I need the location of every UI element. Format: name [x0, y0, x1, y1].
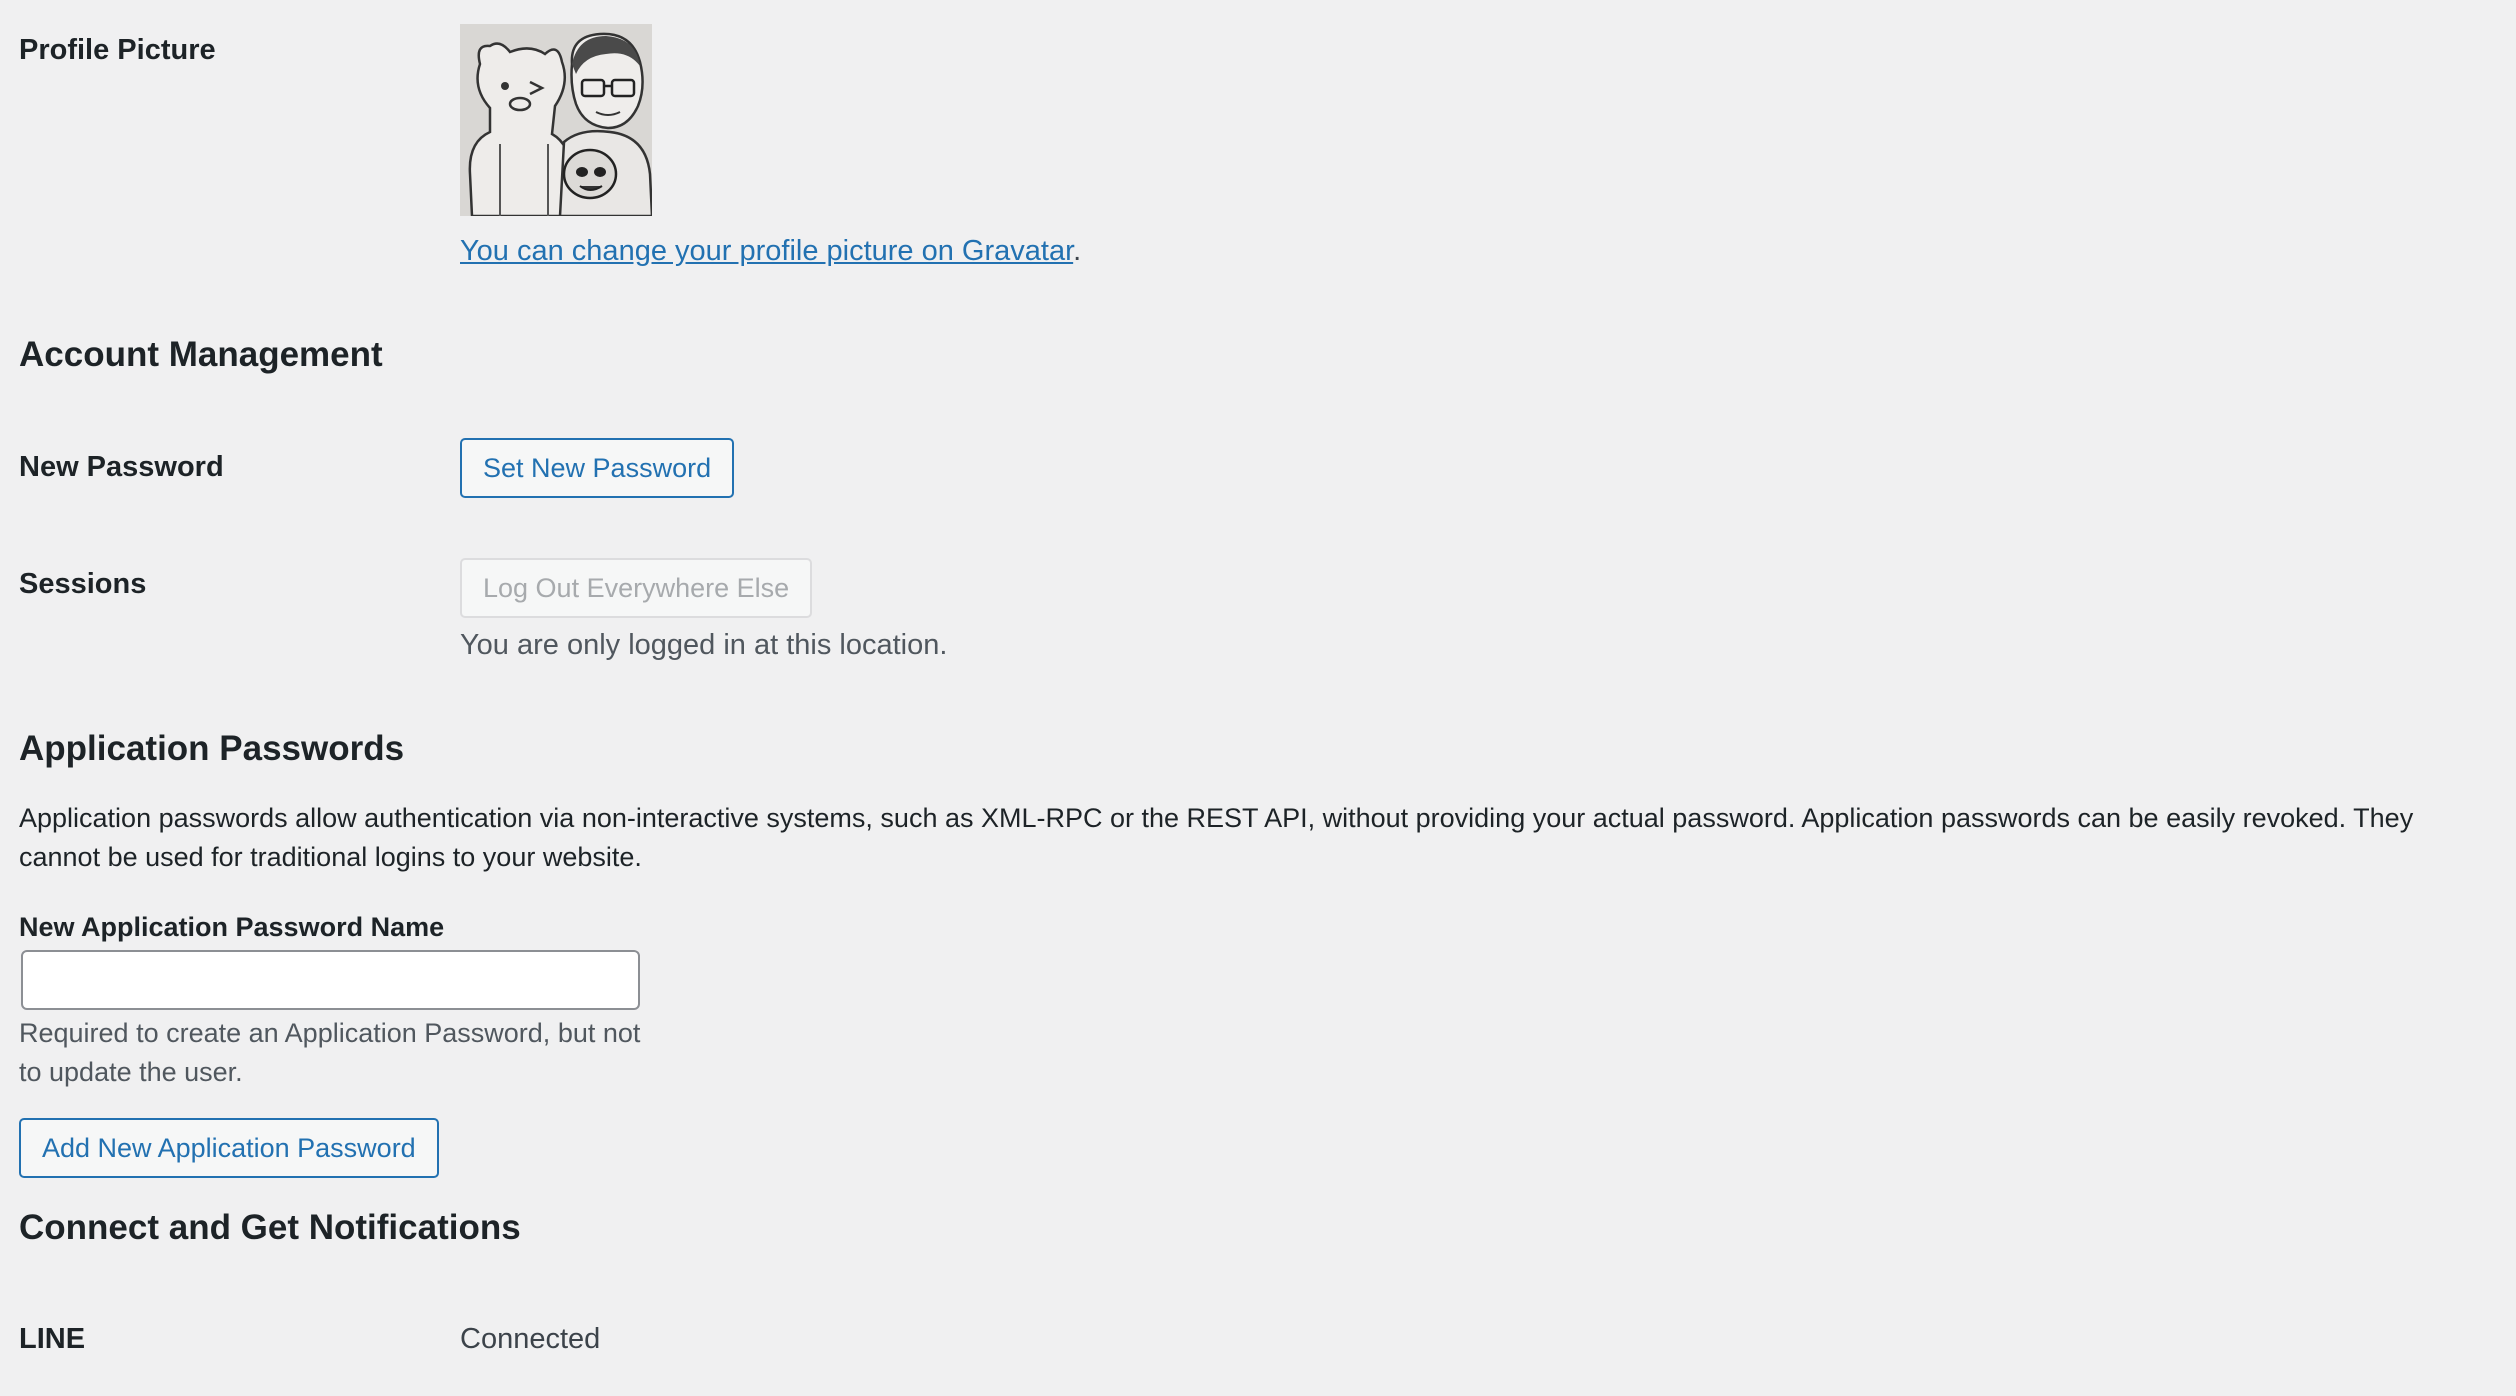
new-password-label: New Password [19, 451, 224, 483]
new-app-password-name-input[interactable] [21, 950, 640, 1010]
avatar [460, 24, 652, 216]
sessions-note: You are only logged in at this location. [460, 629, 948, 661]
profile-picture-label: Profile Picture [19, 34, 216, 66]
connect-notifications-title: Connect and Get Notifications [19, 1208, 521, 1247]
line-status: Connected [460, 1323, 601, 1355]
avatar-illustration-icon [460, 24, 652, 216]
add-new-app-password-button[interactable]: Add New Application Password [19, 1118, 439, 1178]
log-out-everywhere-button[interactable]: Log Out Everywhere Else [460, 558, 813, 618]
app-password-help-text: Required to create an Application Passwo… [19, 1018, 641, 1087]
sessions-label: Sessions [19, 568, 147, 600]
gravatar-note: You can change your profile picture on G… [460, 235, 1081, 268]
set-new-password-button[interactable]: Set New Password [460, 438, 735, 498]
account-management-title: Account Management [19, 335, 383, 374]
new-app-password-name-label: New Application Password Name [19, 912, 445, 942]
profile-settings-page: Profile Picture You can change your prof… [0, 0, 2516, 1396]
application-passwords-title: Application Passwords [19, 729, 405, 768]
line-label: LINE [19, 1323, 86, 1355]
application-passwords-description: Application passwords allow authenticati… [19, 803, 2414, 872]
gravatar-link[interactable]: You can change your profile picture on G… [460, 235, 1073, 267]
gravatar-suffix: . [1073, 235, 1082, 267]
